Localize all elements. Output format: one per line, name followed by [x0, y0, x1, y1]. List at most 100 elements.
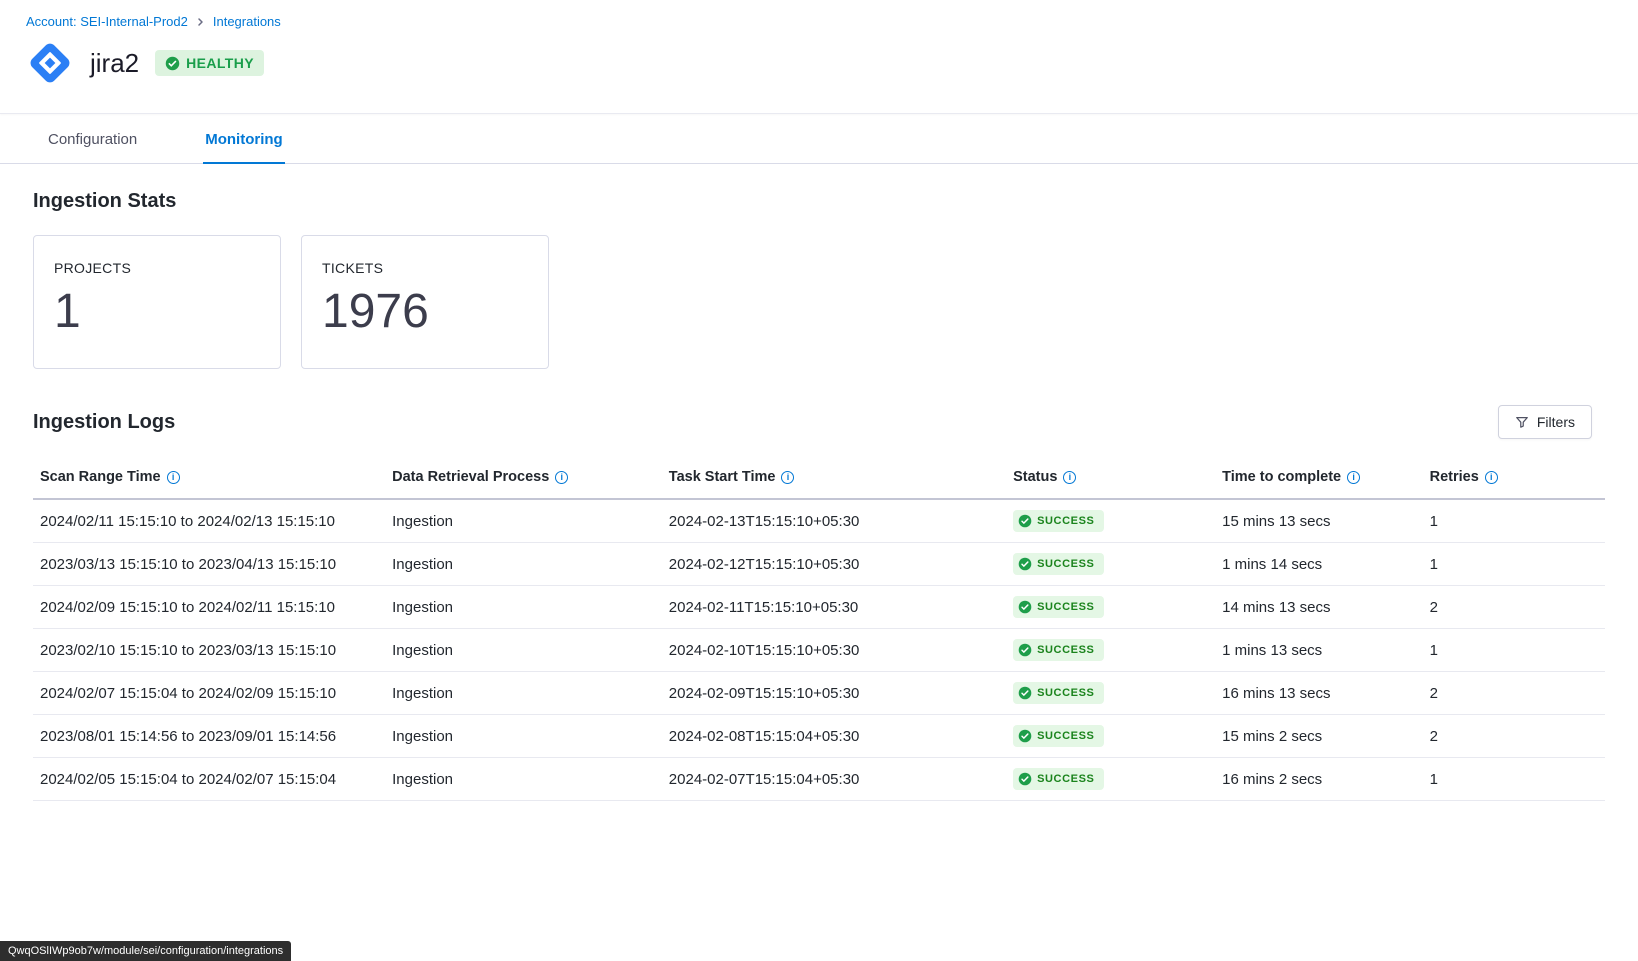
- ingestion-logs-heading: Ingestion Logs: [33, 411, 175, 434]
- time-to-complete-cell: 15 mins 13 secs: [1215, 499, 1423, 543]
- tickets-stat-card: TICKETS 1976: [301, 235, 549, 369]
- scan-range-cell: 2024/02/07 15:15:04 to 2024/02/09 15:15:…: [33, 672, 385, 715]
- tickets-stat-label: TICKETS: [322, 260, 528, 276]
- status-cell: SUCCESS: [1006, 586, 1215, 629]
- retries-cell: 1: [1423, 758, 1605, 801]
- status-badge: SUCCESS: [1013, 639, 1104, 661]
- info-icon[interactable]: i: [1063, 471, 1076, 484]
- scan-range-cell: 2023/08/01 15:14:56 to 2023/09/01 15:14:…: [33, 715, 385, 758]
- info-icon[interactable]: i: [781, 471, 794, 484]
- status-badge: SUCCESS: [1013, 510, 1104, 532]
- check-circle-icon: [165, 56, 180, 71]
- column-time-to-complete: Time to complete i: [1215, 459, 1423, 499]
- column-status: Statusi: [1006, 459, 1215, 499]
- status-badge-label: SUCCESS: [1037, 773, 1094, 785]
- table-row: 2024/02/05 15:15:04 to 2024/02/07 15:15:…: [33, 758, 1605, 801]
- page-header: Account: SEI-Internal-Prod2 Integrations…: [0, 0, 1638, 114]
- column-label: Time to complete: [1222, 469, 1341, 485]
- info-icon[interactable]: i: [1485, 471, 1498, 484]
- logs-table-body: 2024/02/11 15:15:10 to 2024/02/13 15:15:…: [33, 499, 1605, 801]
- health-status-label: HEALTHY: [186, 55, 254, 71]
- breadcrumb-integrations-link[interactable]: Integrations: [213, 14, 281, 29]
- integration-monitoring-page: Account: SEI-Internal-Prod2 Integrations…: [0, 0, 1638, 841]
- breadcrumb-account-link[interactable]: Account: SEI-Internal-Prod2: [26, 14, 188, 29]
- table-row: 2024/02/09 15:15:10 to 2024/02/11 15:15:…: [33, 586, 1605, 629]
- integration-title-row: jira2 HEALTHY: [26, 29, 1612, 113]
- status-cell: SUCCESS: [1006, 629, 1215, 672]
- task-start-time-cell: 2024-02-08T15:15:04+05:30: [662, 715, 1006, 758]
- time-to-complete-cell: 1 mins 14 secs: [1215, 543, 1423, 586]
- health-status-badge: HEALTHY: [155, 50, 264, 76]
- column-label: Retries: [1430, 469, 1479, 485]
- ingestion-logs-header: Ingestion Logs Filters: [33, 405, 1605, 439]
- tickets-stat-value: 1976: [322, 288, 528, 336]
- data-retrieval-process-cell: Ingestion: [385, 586, 662, 629]
- time-to-complete-cell: 1 mins 13 secs: [1215, 629, 1423, 672]
- monitoring-panel: Ingestion Stats PROJECTS 1 TICKETS 1976 …: [0, 190, 1638, 841]
- column-label: Data Retrieval Process: [392, 469, 549, 485]
- task-start-time-cell: 2024-02-12T15:15:10+05:30: [662, 543, 1006, 586]
- column-data-retrieval-process: Data Retrieval Process i: [385, 459, 662, 499]
- status-badge: SUCCESS: [1013, 725, 1104, 747]
- check-circle-icon: [1018, 772, 1032, 786]
- projects-stat-card: PROJECTS 1: [33, 235, 281, 369]
- status-badge-label: SUCCESS: [1037, 558, 1094, 570]
- scan-range-cell: 2024/02/11 15:15:10 to 2024/02/13 15:15:…: [33, 499, 385, 543]
- logs-table-head: Scan Range Timei Data Retrieval Process i…: [33, 459, 1605, 499]
- status-badge-label: SUCCESS: [1037, 644, 1094, 656]
- data-retrieval-process-cell: Ingestion: [385, 715, 662, 758]
- chevron-right-icon: [196, 17, 205, 27]
- column-scan-range-time: Scan Range Timei: [33, 459, 385, 499]
- tabs-bar: Configuration Monitoring: [0, 114, 1638, 164]
- time-to-complete-cell: 15 mins 2 secs: [1215, 715, 1423, 758]
- data-retrieval-process-cell: Ingestion: [385, 758, 662, 801]
- status-cell: SUCCESS: [1006, 672, 1215, 715]
- ingestion-logs-table: Scan Range Timei Data Retrieval Process i…: [33, 459, 1605, 801]
- task-start-time-cell: 2024-02-07T15:15:04+05:30: [662, 758, 1006, 801]
- projects-stat-value: 1: [54, 288, 260, 336]
- status-badge-label: SUCCESS: [1037, 515, 1094, 527]
- info-icon[interactable]: i: [167, 471, 180, 484]
- status-badge: SUCCESS: [1013, 553, 1104, 575]
- status-badge: SUCCESS: [1013, 596, 1104, 618]
- filters-button[interactable]: Filters: [1498, 405, 1592, 439]
- jira-logo-icon: [26, 39, 74, 87]
- scan-range-cell: 2024/02/05 15:15:04 to 2024/02/07 15:15:…: [33, 758, 385, 801]
- retries-cell: 2: [1423, 586, 1605, 629]
- info-icon[interactable]: i: [1347, 471, 1360, 484]
- check-circle-icon: [1018, 557, 1032, 571]
- status-badge: SUCCESS: [1013, 768, 1104, 790]
- filters-button-label: Filters: [1537, 414, 1575, 430]
- logs-table-header-row: Scan Range Timei Data Retrieval Process i…: [33, 459, 1605, 499]
- check-circle-icon: [1018, 600, 1032, 614]
- retries-cell: 1: [1423, 499, 1605, 543]
- retries-cell: 2: [1423, 672, 1605, 715]
- task-start-time-cell: 2024-02-10T15:15:10+05:30: [662, 629, 1006, 672]
- status-badge: SUCCESS: [1013, 682, 1104, 704]
- time-to-complete-cell: 16 mins 2 secs: [1215, 758, 1423, 801]
- check-circle-icon: [1018, 729, 1032, 743]
- table-row: 2023/02/10 15:15:10 to 2023/03/13 15:15:…: [33, 629, 1605, 672]
- tab-configuration[interactable]: Configuration: [46, 114, 139, 164]
- status-badge-label: SUCCESS: [1037, 601, 1094, 613]
- integration-title: jira2: [90, 48, 139, 79]
- data-retrieval-process-cell: Ingestion: [385, 543, 662, 586]
- column-label: Task Start Time: [669, 469, 776, 485]
- info-icon[interactable]: i: [555, 471, 568, 484]
- data-retrieval-process-cell: Ingestion: [385, 499, 662, 543]
- check-circle-icon: [1018, 686, 1032, 700]
- status-cell: SUCCESS: [1006, 758, 1215, 801]
- retries-cell: 2: [1423, 715, 1605, 758]
- tab-monitoring[interactable]: Monitoring: [203, 114, 284, 164]
- table-row: 2023/03/13 15:15:10 to 2023/04/13 15:15:…: [33, 543, 1605, 586]
- scan-range-cell: 2023/02/10 15:15:10 to 2023/03/13 15:15:…: [33, 629, 385, 672]
- status-cell: SUCCESS: [1006, 499, 1215, 543]
- stat-cards: PROJECTS 1 TICKETS 1976: [33, 235, 1605, 369]
- scan-range-cell: 2023/03/13 15:15:10 to 2023/04/13 15:15:…: [33, 543, 385, 586]
- url-tooltip: QwqOSlIWp9ob7w/module/sei/configuration/…: [0, 941, 291, 961]
- table-row: 2024/02/11 15:15:10 to 2024/02/13 15:15:…: [33, 499, 1605, 543]
- scan-range-cell: 2024/02/09 15:15:10 to 2024/02/11 15:15:…: [33, 586, 385, 629]
- data-retrieval-process-cell: Ingestion: [385, 672, 662, 715]
- status-badge-label: SUCCESS: [1037, 687, 1094, 699]
- status-cell: SUCCESS: [1006, 715, 1215, 758]
